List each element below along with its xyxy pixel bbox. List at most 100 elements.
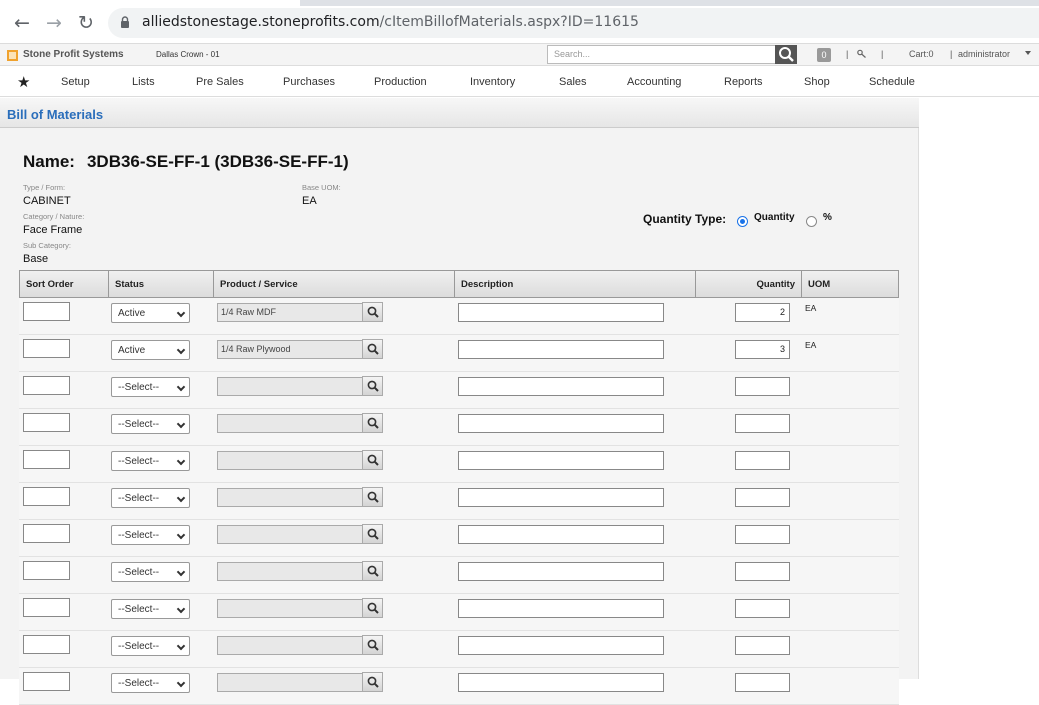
status-select[interactable]: --Select-- [111,562,190,582]
sort-order-input[interactable] [23,598,70,617]
quantity-input[interactable] [735,451,790,470]
menu-pre-sales[interactable]: Pre Sales [196,76,244,88]
status-select[interactable]: Active [111,303,190,323]
status-select[interactable]: --Select-- [111,673,190,693]
product-input[interactable] [217,488,363,507]
notifications-badge[interactable]: 0 [817,48,831,62]
product-input[interactable] [217,599,363,618]
quantity-type-percent-radio[interactable] [806,216,817,227]
brand-name[interactable]: Stone Profit Systems [23,49,124,60]
menu-production[interactable]: Production [374,76,427,88]
quantity-type-quantity-radio[interactable] [737,216,748,227]
status-select[interactable]: --Select-- [111,599,190,619]
col-uom: UOM [808,279,831,290]
description-input[interactable] [458,636,664,655]
description-input[interactable] [458,599,664,618]
menu-setup[interactable]: Setup [61,76,90,88]
forward-arrow-icon[interactable]: → [43,12,65,34]
menu-shop[interactable]: Shop [804,76,830,88]
menu-accounting[interactable]: Accounting [627,76,681,88]
sort-order-input[interactable] [23,524,70,543]
product-search-button[interactable] [362,450,383,470]
sort-order-input[interactable] [23,413,70,432]
product-search-button[interactable] [362,635,383,655]
product-input[interactable] [217,451,363,470]
star-icon[interactable]: ★ [17,73,30,91]
status-select[interactable]: --Select-- [111,525,190,545]
product-search-button[interactable] [362,376,383,396]
description-input[interactable] [458,377,664,396]
sort-order-input[interactable] [23,487,70,506]
product-input[interactable] [217,673,363,692]
magnifier-icon [367,565,379,577]
tab-strip [0,0,1039,6]
status-value: --Select-- [118,382,160,393]
product-input[interactable]: 1/4 Raw Plywood [217,340,363,359]
location-label[interactable]: Dallas Crown - 01 [156,50,220,59]
sort-order-input[interactable] [23,302,70,321]
description-input[interactable] [458,414,664,433]
product-input[interactable] [217,414,363,433]
reload-icon[interactable]: ↻ [75,12,97,34]
back-arrow-icon[interactable]: ← [11,12,33,34]
product-search-button[interactable] [362,339,383,359]
product-input[interactable] [217,636,363,655]
quantity-input[interactable] [735,525,790,544]
status-select[interactable]: Active [111,340,190,360]
menu-inventory[interactable]: Inventory [470,76,515,88]
cart-link[interactable]: Cart:0 [909,49,934,59]
status-select[interactable]: --Select-- [111,451,190,471]
product-input[interactable] [217,525,363,544]
description-input[interactable] [458,303,664,322]
status-value: --Select-- [118,493,160,504]
product-search-button[interactable] [362,672,383,692]
search-input[interactable]: Search... [547,45,776,64]
description-input[interactable] [458,488,664,507]
description-input[interactable] [458,673,664,692]
description-input[interactable] [458,340,664,359]
status-select[interactable]: --Select-- [111,377,190,397]
key-icon[interactable] [857,49,867,59]
quantity-input[interactable] [735,636,790,655]
menu-purchases[interactable]: Purchases [283,76,335,88]
product-search-button[interactable] [362,413,383,433]
product-search-button[interactable] [362,561,383,581]
product-search-button[interactable] [362,302,383,322]
sort-order-input[interactable] [23,339,70,358]
quantity-input[interactable] [735,562,790,581]
product-search-button[interactable] [362,524,383,544]
quantity-input[interactable] [735,599,790,618]
description-input[interactable] [458,562,664,581]
product-search-button[interactable] [362,598,383,618]
url-text[interactable]: alliedstonestage.stoneprofits.com/cItemB… [142,14,639,30]
description-input[interactable] [458,451,664,470]
menu-schedule[interactable]: Schedule [869,76,915,88]
search-button[interactable] [775,45,797,64]
menu-reports[interactable]: Reports [724,76,763,88]
quantity-input[interactable]: 2 [735,303,790,322]
product-input[interactable]: 1/4 Raw MDF [217,303,363,322]
quantity-input[interactable]: 3 [735,340,790,359]
page-title: Bill of Materials [7,107,104,122]
quantity-input[interactable] [735,673,790,692]
sort-order-input[interactable] [23,376,70,395]
quantity-input[interactable] [735,488,790,507]
product-input[interactable] [217,377,363,396]
menu-lists[interactable]: Lists [132,76,155,88]
product-input[interactable] [217,562,363,581]
menu-sales[interactable]: Sales [559,76,587,88]
quantity-input[interactable] [735,377,790,396]
description-input[interactable] [458,525,664,544]
base-uom-label: Base UOM: [302,183,341,192]
sort-order-input[interactable] [23,672,70,691]
quantity-input[interactable] [735,414,790,433]
sort-order-input[interactable] [23,450,70,469]
chevron-down-icon[interactable] [1025,51,1031,55]
status-select[interactable]: --Select-- [111,488,190,508]
sort-order-input[interactable] [23,635,70,654]
user-menu[interactable]: administrator [958,49,1010,59]
sort-order-input[interactable] [23,561,70,580]
status-select[interactable]: --Select-- [111,414,190,434]
product-search-button[interactable] [362,487,383,507]
status-select[interactable]: --Select-- [111,636,190,656]
